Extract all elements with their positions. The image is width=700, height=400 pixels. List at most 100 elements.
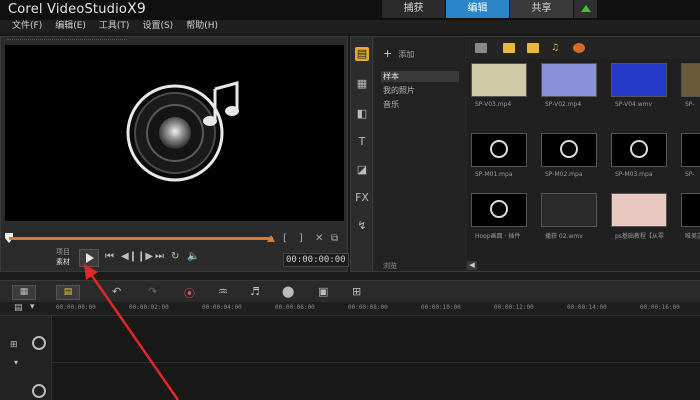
media-thumbnail[interactable] <box>681 63 700 97</box>
browse-web-icon[interactable] <box>573 43 585 53</box>
add-chapter-icon[interactable]: ▾ <box>30 302 35 312</box>
thumbnail-label: ps基础教程【从零 <box>615 233 664 240</box>
menu-file[interactable]: 文件(F) <box>12 20 42 33</box>
tab-share[interactable]: 共享 <box>510 0 574 18</box>
title-bar: Corel VideoStudioX9 捕获 编辑 共享 <box>0 0 700 20</box>
volume-icon[interactable]: 🔈 <box>187 251 199 262</box>
media-thumbnail[interactable] <box>541 63 597 97</box>
path-icon[interactable]: ↯ <box>355 219 369 233</box>
ruler-tick-label: 00:00:16:00 <box>640 304 680 311</box>
panel-grip[interactable] <box>7 39 127 41</box>
media-thumbnail[interactable] <box>611 193 667 227</box>
trim-end-handle[interactable] <box>267 235 275 242</box>
folder-icon[interactable] <box>475 43 487 53</box>
media-thumbnail[interactable] <box>681 133 700 167</box>
library-category-bar: ▤ ▦ ◧ T ◪ FX ↯ <box>351 37 373 271</box>
music-note-icon <box>126 81 239 182</box>
next-frame-icon[interactable]: ❙▶ <box>137 251 153 262</box>
tab-capture[interactable]: 捕获 <box>382 0 446 18</box>
home-icon[interactable]: ⏮ <box>105 251 114 262</box>
media-thumbnail[interactable] <box>611 133 667 167</box>
subtitle-editor-icon[interactable]: ▣ <box>318 285 328 298</box>
timeline-icon[interactable]: ▤ <box>56 285 80 300</box>
library-folders: + 添加 样本 我的照片 音乐 浏览 <box>375 37 465 271</box>
enlarge-icon[interactable]: ⧉ <box>331 233 338 244</box>
folder-my-photos[interactable]: 我的照片 <box>381 85 459 96</box>
prev-frame-icon[interactable]: ◀❙ <box>121 251 137 262</box>
menu-bar: 文件(F) 编辑(E) 工具(T) 设置(S) 帮助(H) <box>0 20 700 33</box>
ruler-tick-label: 00:00:08:00 <box>348 304 388 311</box>
media-thumbnail[interactable] <box>541 133 597 167</box>
folder-music[interactable]: 音乐 <box>381 99 459 110</box>
auto-music-icon[interactable]: ♬ <box>250 285 260 298</box>
browse-button[interactable]: 浏览 <box>383 261 397 271</box>
music-note-icon <box>490 200 508 218</box>
timecode-display[interactable]: 00:00:00:00 <box>283 253 349 267</box>
mark-out-button[interactable]: ] <box>299 233 303 244</box>
play-mode-labels: 项目 素材 <box>56 247 70 267</box>
ruler-tick-label: 00:00:10:00 <box>421 304 461 311</box>
library-panel: ▤ ▦ ◧ T ◪ FX ↯ + 添加 样本 我的照片 音乐 浏览 ♫ SP-V0… <box>350 36 700 272</box>
folder-sample[interactable]: 样本 <box>381 71 459 82</box>
menu-settings[interactable]: 设置(S) <box>142 20 173 33</box>
multi-camera-icon[interactable]: ⊞ <box>352 285 361 298</box>
mode-project[interactable]: 项目 <box>56 247 70 257</box>
media-thumbnail[interactable] <box>471 63 527 97</box>
ruler-tick-label: 00:00:06:00 <box>275 304 315 311</box>
repeat-icon[interactable]: ↻ <box>171 251 179 262</box>
thumbnail-label: SP-V03.mp4 <box>475 101 512 108</box>
menu-tools[interactable]: 工具(T) <box>99 20 130 33</box>
media-thumbnail[interactable] <box>541 193 597 227</box>
record-capture-icon[interactable]: ⦿ <box>184 285 195 301</box>
collapse-icon[interactable]: ▾ <box>14 358 18 367</box>
thumbnail-label: SP-V02.mp4 <box>545 101 582 108</box>
tab-edit[interactable]: 编辑 <box>446 0 510 18</box>
thumbnail-label: SP- <box>685 101 695 108</box>
timeline-ruler[interactable]: ▤ ▾ 00:00:00:00 00:00:02:00 00:00:04:00 00:… <box>0 302 700 316</box>
track-header: ⊞ ▾ <box>0 316 52 400</box>
end-icon[interactable]: ⏭ <box>155 251 164 262</box>
show-video-icon[interactable] <box>503 43 515 53</box>
show-photo-icon[interactable] <box>527 43 539 53</box>
undo-icon[interactable]: ↶ <box>112 285 121 298</box>
cut-icon[interactable]: ✕ <box>315 233 323 244</box>
transition-icon[interactable]: ◧ <box>355 107 369 121</box>
title-icon[interactable]: T <box>355 135 369 149</box>
instant-project-icon[interactable]: ▦ <box>355 77 369 91</box>
thumbnail-label: SP-V04.wmv <box>615 101 653 108</box>
show-audio-icon[interactable]: ♫ <box>551 43 563 53</box>
ruler-tick-label: 00:00:12:00 <box>494 304 534 311</box>
timeline-toolbar: ▦ ▤ ↶ ↷ ⦿ ♒ ♬ ⬤ ▣ ⊞ <box>0 280 700 302</box>
menu-help[interactable]: 帮助(H) <box>186 20 218 33</box>
redo-icon[interactable]: ↷ <box>148 285 157 298</box>
sound-mixer-icon[interactable]: ♒ <box>218 285 228 298</box>
up-arrow-icon <box>580 5 591 12</box>
ruler-tick-label: 00:00:04:00 <box>202 304 242 311</box>
media-thumbnail[interactable] <box>681 193 700 227</box>
thumbnail-label: SP- <box>685 171 695 178</box>
mode-clip[interactable]: 素材 <box>56 257 70 267</box>
plus-icon: + <box>383 47 393 60</box>
mark-in-button[interactable]: [ <box>283 233 287 244</box>
media-thumbnail[interactable] <box>471 133 527 167</box>
library-grid: ♫ SP-V03.mp4 SP-V02.mp4 SP-V04.wmv SP- SP-M0… <box>467 37 700 271</box>
graphic-icon[interactable]: ◪ <box>355 163 369 177</box>
thumbnail-label: SP-M01.mpa <box>475 171 513 178</box>
video-track-icon <box>32 336 46 350</box>
scroll-left-button[interactable]: ◀ <box>467 261 477 270</box>
menu-edit[interactable]: 编辑(E) <box>55 20 86 33</box>
add-folder-button[interactable]: + 添加 <box>383 47 414 60</box>
media-thumbnail[interactable] <box>471 193 527 227</box>
toggle-track-icon[interactable]: ⊞ <box>10 340 18 350</box>
workspace-tabs: 捕获 编辑 共享 <box>382 0 598 18</box>
play-button[interactable] <box>79 249 99 267</box>
track-manager-icon[interactable]: ▤ <box>14 303 23 313</box>
filter-icon[interactable]: FX <box>355 191 369 205</box>
motion-track-icon[interactable]: ⬤ <box>282 285 294 298</box>
film-icon[interactable]: ▦ <box>12 285 36 300</box>
upload-button[interactable] <box>574 0 598 18</box>
media-icon[interactable]: ▤ <box>355 47 369 61</box>
thumbnail-label: SP-M02.mpa <box>545 171 583 178</box>
trim-bar[interactable] <box>9 237 273 240</box>
media-thumbnail[interactable] <box>611 63 667 97</box>
